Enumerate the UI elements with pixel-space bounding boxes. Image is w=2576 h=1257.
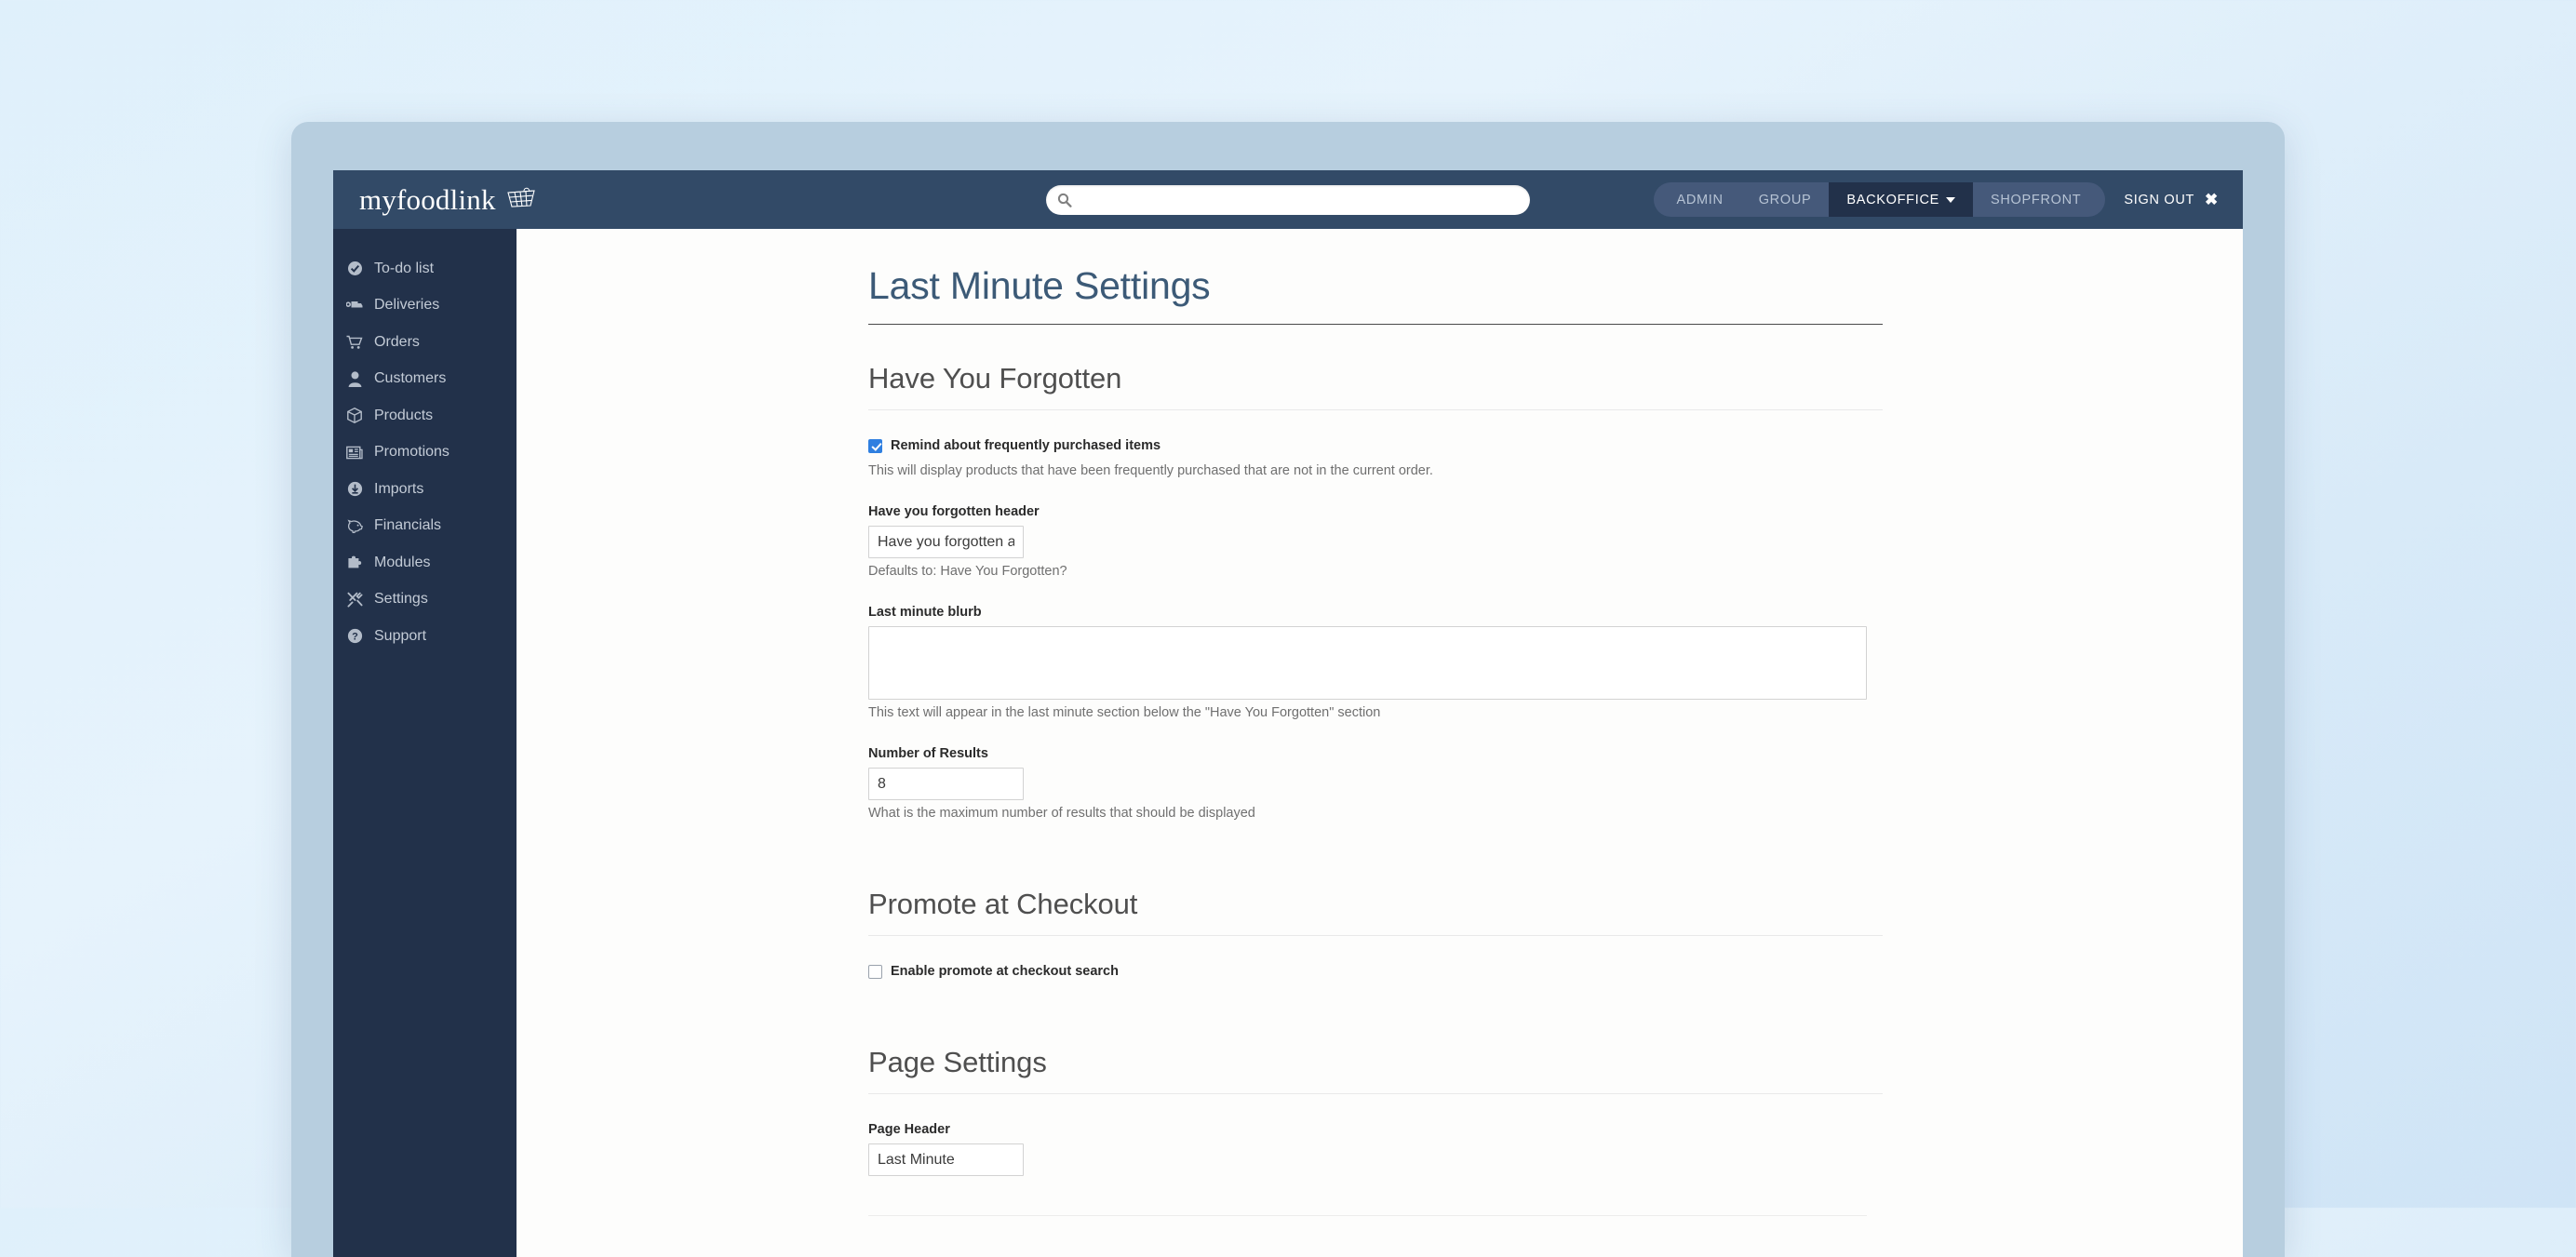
page-header-field: Page Header [868,1122,1883,1176]
sidebar-item-label: Settings [374,591,428,608]
sidebar-item-support[interactable]: ? Support [333,618,517,655]
sidebar-item-settings[interactable]: Settings [333,582,517,619]
sidebar-item-label: Promotions [374,444,449,461]
search-box[interactable] [1046,184,1530,215]
top-navbar: myfoodlink ADMIN GROUP BACKOFFICE SHOPFR… [333,170,2243,229]
bottom-divider [868,1215,1867,1216]
last-minute-blurb-field: Last minute blurb This text will appear … [868,605,1883,720]
number-of-results-label: Number of Results [868,746,988,761]
question-circle-icon: ? [346,628,363,645]
close-icon: ✖ [2205,191,2219,208]
search-input[interactable] [1046,184,1530,215]
sidebar-item-label: Orders [374,333,420,350]
sidebar-item-orders[interactable]: Orders [333,324,517,361]
nav-item-shopfront-label: SHOPFRONT [1991,192,2082,207]
nav-item-group-label: GROUP [1758,192,1812,207]
svg-text:?: ? [352,632,358,643]
truck-icon [346,297,363,314]
piggy-bank-icon [346,517,363,534]
user-icon [346,370,363,387]
check-circle-icon [346,261,363,277]
nav-item-shopfront[interactable]: SHOPFRONT [1973,182,2105,217]
sidebar-item-label: Customers [374,370,447,387]
enable-promote-at-checkout-row: Enable promote at checkout search [868,964,1883,979]
tools-icon [346,591,363,608]
sidebar-item-to-do-list[interactable]: To-do list [333,250,517,288]
app-body: To-do list Deliveries Orders Customers P… [333,229,2243,1257]
puzzle-piece-icon [346,555,363,571]
sidebar-item-label: Deliveries [374,297,440,314]
basket-icon [505,185,537,214]
number-of-results-field: Number of Results What is the maximum nu… [868,746,1883,821]
sidebar-item-label: Products [374,407,434,423]
enable-promote-at-checkout-checkbox[interactable] [868,964,882,979]
sidebar-item-promotions[interactable]: Promotions [333,435,517,472]
section-promote-at-checkout: Promote at Checkout Enable promote at ch… [868,888,1883,979]
newspaper-icon [346,444,363,461]
search-icon [1057,193,1072,207]
browser-window-frame: myfoodlink ADMIN GROUP BACKOFFICE SHOPFR… [291,122,2285,1257]
number-of-results-help: What is the maximum number of results th… [868,806,1255,821]
sidebar-item-imports[interactable]: Imports [333,471,517,508]
sidebar-item-label: Support [374,627,427,644]
main-content: Last Minute Settings Have You Forgotten … [517,229,2243,1257]
nav-item-backoffice-label: BACKOFFICE [1846,192,1940,207]
sidebar-item-label: To-do list [374,260,435,276]
last-minute-blurb-label: Last minute blurb [868,605,982,620]
nav-item-admin-label: ADMIN [1676,192,1724,207]
last-minute-blurb-help: This text will appear in the last minute… [868,705,1381,720]
sidebar-nav: To-do list Deliveries Orders Customers P… [333,229,517,1257]
number-of-results-input[interactable] [868,768,1024,800]
nav-right-group: ADMIN GROUP BACKOFFICE SHOPFRONT SIGN OU… [1654,170,2224,229]
sidebar-item-customers[interactable]: Customers [333,361,517,398]
chevron-down-icon [1946,196,1956,203]
nav-item-backoffice[interactable]: BACKOFFICE [1829,182,1974,217]
sidebar-item-label: Financials [374,517,442,534]
enable-promote-at-checkout-label[interactable]: Enable promote at checkout search [891,964,1119,979]
page-header-input[interactable] [868,1143,1024,1176]
last-minute-blurb-textarea[interactable] [868,626,1867,700]
section-heading: Promote at Checkout [868,888,1883,936]
sidebar-item-label: Modules [374,554,431,570]
sidebar-item-products[interactable]: Products [333,397,517,435]
nav-item-admin[interactable]: ADMIN [1654,182,1740,217]
page-title: Last Minute Settings [868,264,1883,325]
section-heading: Page Settings [868,1046,1883,1094]
brand-name: myfoodlink [359,183,496,216]
have-you-forgotten-header-field: Have you forgotten header Defaults to: H… [868,504,1883,579]
section-have-you-forgotten: Have You Forgotten Remind about frequent… [868,362,1883,821]
remind-frequently-purchased-help: This will display products that have bee… [868,463,1433,478]
application-viewport: myfoodlink ADMIN GROUP BACKOFFICE SHOPFR… [333,170,2243,1257]
global-search [1046,184,1530,215]
download-circle-icon [346,481,363,498]
section-heading: Have You Forgotten [868,362,1883,410]
have-you-forgotten-header-label: Have you forgotten header [868,504,1040,519]
section-page-settings: Page Settings Page Header [868,1046,1883,1216]
sidebar-item-modules[interactable]: Modules [333,544,517,582]
brand-logo[interactable]: myfoodlink [333,183,535,216]
page-header-label: Page Header [868,1122,950,1137]
nav-item-group[interactable]: GROUP [1741,182,1830,217]
sign-out-label: SIGN OUT [2124,192,2195,207]
remind-frequently-purchased-label[interactable]: Remind about frequently purchased items [891,438,1161,453]
shopping-cart-icon [346,334,363,351]
nav-links-pill: ADMIN GROUP BACKOFFICE SHOPFRONT [1654,182,2106,217]
sidebar-item-label: Imports [374,480,424,497]
have-you-forgotten-header-help: Defaults to: Have You Forgotten? [868,564,1067,579]
box-icon [346,408,363,424]
sidebar-item-financials[interactable]: Financials [333,508,517,545]
have-you-forgotten-header-input[interactable] [868,526,1024,558]
remind-frequently-purchased-checkbox[interactable] [868,438,882,453]
sidebar-item-deliveries[interactable]: Deliveries [333,288,517,325]
sign-out-button[interactable]: SIGN OUT ✖ [2124,192,2224,207]
remind-frequently-purchased-row: Remind about frequently purchased items [868,438,1883,453]
